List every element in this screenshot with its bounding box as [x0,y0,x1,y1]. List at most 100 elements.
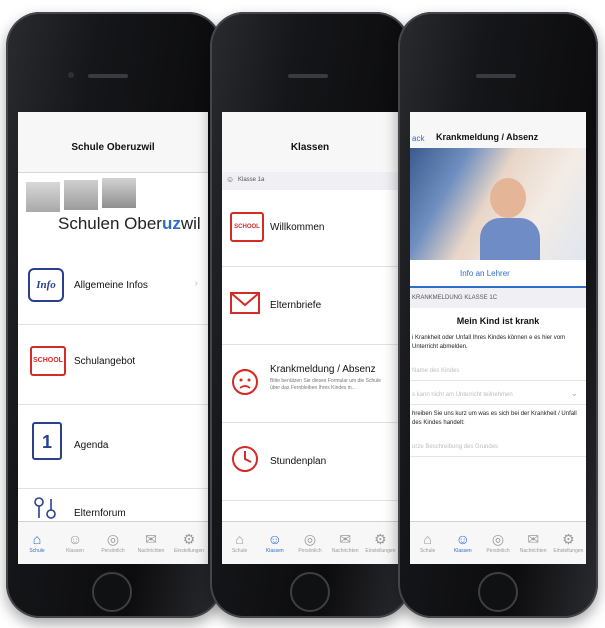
home-button[interactable] [290,572,330,612]
person-icon: ◎ [303,531,317,547]
info-icon: Info [28,268,64,302]
item-label: Elternbriefe [270,300,322,311]
nav-bar: Klassen [222,112,398,173]
list-item-allgemeine-infos[interactable]: Info Allgemeine Infos › [18,252,208,325]
page-title: Klassen [290,142,330,153]
tab-schule[interactable]: ⌂ Schule [410,522,445,564]
envelope-icon [230,290,260,316]
phone-left: Schule Oberuzwil Schulen Oberuzwil Info … [6,12,222,618]
school-icon: SCHOOL [30,346,66,376]
chevron-right-icon: › [194,278,198,289]
tab-klassen[interactable]: ☺ Klassen [56,522,94,564]
building-photo [26,182,60,212]
reason-select[interactable]: s kann nicht am Unterricht teilnehmen ⌄ [410,380,586,405]
tab-einstellungen[interactable]: ⚙ Einstellungen [363,522,398,564]
tab-nachrichten[interactable]: ✉ Nachrichten [328,522,363,564]
tab-bar: ⌂ Schule ☺ Klassen ◎ Persönlich ✉ Nachrichte… [222,521,398,564]
section-header: KRANKMELDUNG KLASSE 1C [410,288,586,308]
child-figure [490,178,526,218]
earpiece [288,74,328,78]
screen-schule: Schule Oberuzwil Schulen Oberuzwil Info … [18,112,208,564]
phone-right: ack Krankmeldung / Absenz Info an Lehrer… [398,12,598,618]
list-item-elternbriefe[interactable]: Elternbriefe [222,266,398,345]
nav-bar: ack Krankmeldung / Absenz [410,112,586,149]
students-icon: ☺ [455,531,470,547]
forum-icon [32,496,58,522]
list-item-agenda[interactable]: 1 Agenda [18,404,208,489]
tab-persoenlich[interactable]: ◎ Persönlich [480,522,515,564]
phone-middle: Klassen ☺ Klasse 1a SCHOOL Willkommen El… [210,12,410,618]
describe-text: hreiben Sie uns kurz um was es sich bei … [412,411,577,426]
logo-accent: uz [161,214,181,233]
tab-bar: ⌂ Schule ☺ Klassen ◎ Persönlich ✉ Nachrichte… [410,521,586,564]
home-icon: ⌂ [423,531,432,547]
building-photo [64,180,98,210]
home-icon: ⌂ [32,531,42,547]
tab-persoenlich[interactable]: ◎ Persönlich [94,522,132,564]
person-icon: ◎ [106,531,120,547]
earpiece [476,74,516,78]
school-icon: SCHOOL [230,212,264,242]
tab-einstellungen[interactable]: ⚙ Einstellungen [170,522,208,564]
tab-schule[interactable]: ⌂ Schule [222,522,257,564]
tab-persoenlich[interactable]: ◎ Persönlich [292,522,327,564]
gear-icon: ⚙ [182,531,196,547]
list-item-stundenplan[interactable]: Stundenplan [222,422,398,501]
students-icon: ☺ [67,531,83,547]
calendar-icon: 1 [32,422,62,460]
screen-krankmeldung: ack Krankmeldung / Absenz Info an Lehrer… [410,112,586,564]
sick-child-icon [230,366,260,396]
item-label: Elternforum [74,508,126,519]
item-label: Krankmeldung / Absenz [270,364,376,375]
segment-tab-info[interactable]: Info an Lehrer [410,260,586,288]
item-label: Schulangebot [74,356,136,367]
nav-bar: Schule Oberuzwil [18,112,208,173]
item-label: Willkommen [270,222,325,233]
shirt-figure [480,218,540,260]
clock-icon [230,444,260,474]
tab-label: Info an Lehrer [460,269,510,278]
page-title: Schule Oberuzwil [71,142,155,153]
list-item-krankmeldung[interactable]: Krankmeldung / Absenz Bitte benützen Sie… [222,344,398,423]
hero-photo [410,148,586,260]
tab-klassen[interactable]: ☺ Klassen [445,522,480,564]
envelope-icon: ✉ [145,531,157,547]
list-item-willkommen[interactable]: SCHOOL Willkommen [222,190,398,267]
tab-nachrichten[interactable]: ✉ Nachrichten [516,522,551,564]
name-field[interactable]: Name des Kindes [410,356,586,381]
gear-icon: ⚙ [562,531,575,547]
front-camera [68,72,74,78]
description-field[interactable]: urze Beschreibung des Grundes [410,430,586,457]
students-icon: ☺ [267,531,282,547]
gear-icon: ⚙ [374,531,387,547]
tab-klassen[interactable]: ☺ Klassen [257,522,292,564]
earpiece [88,74,128,78]
home-icon: ⌂ [235,531,244,547]
item-label: Stundenplan [270,456,327,467]
students-icon: ☺ [226,175,235,184]
list-item-schulangebot[interactable]: SCHOOL Schulangebot [18,324,208,405]
home-button[interactable] [92,572,132,612]
section-label: Klasse 1a [238,177,265,183]
envelope-icon: ✉ [339,531,352,547]
logo-wordmark: Schulen Oberuzwil [58,214,201,234]
item-label: Allgemeine Infos [74,280,148,291]
envelope-icon: ✉ [527,531,540,547]
back-button[interactable]: ack [412,134,424,143]
page-title: Krankmeldung / Absenz [436,132,539,142]
tab-nachrichten[interactable]: ✉ Nachrichten [132,522,170,564]
item-description: Bitte benützen Sie dieses Formular um di… [270,378,381,391]
form-heading: Mein Kind ist krank [456,316,540,326]
section-header: ☺ Klasse 1a [222,172,398,190]
screen-klassen: Klassen ☺ Klasse 1a SCHOOL Willkommen El… [222,112,398,564]
school-logo: Schulen Oberuzwil [18,174,208,252]
logo-text: Schulen Ober [58,214,162,233]
chevron-down-icon: ⌄ [570,388,578,398]
intro-text: i Krankheit oder Unfall Ihres Kindes kön… [412,335,566,350]
home-button[interactable] [478,572,518,612]
tab-schule[interactable]: ⌂ Schule [18,522,56,564]
tab-einstellungen[interactable]: ⚙ Einstellungen [551,522,586,564]
tab-bar: ⌂ Schule ☺ Klassen ◎ Persönlich ✉ Nachrichte… [18,521,208,564]
item-label: Agenda [74,440,109,451]
logo-end: wil [180,214,201,233]
